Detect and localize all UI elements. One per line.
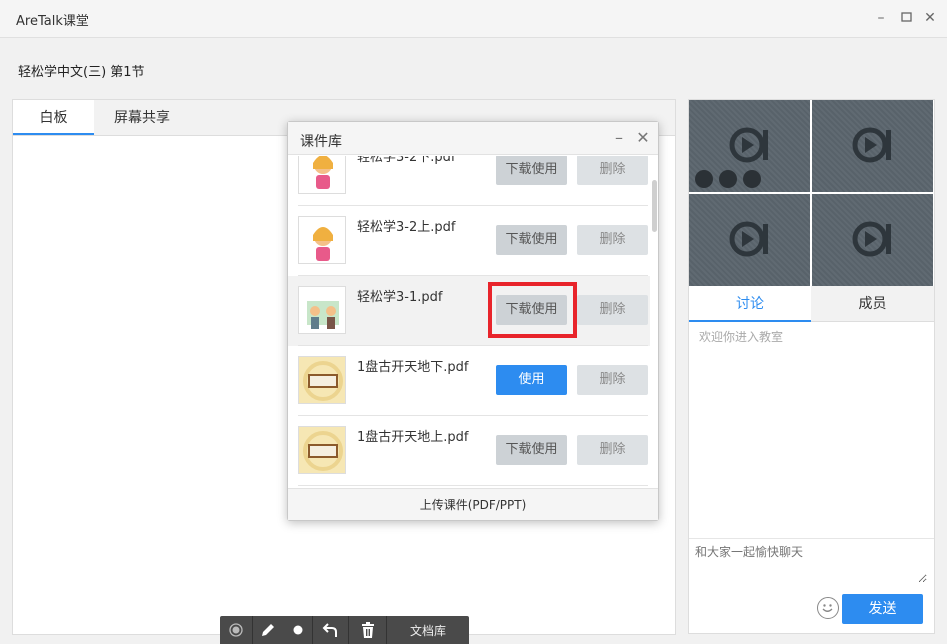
app-title: AreTalk课堂 — [16, 14, 89, 29]
right-panel: 讨论 成员 欢迎你进入教室 发送 — [688, 99, 935, 634]
title-bar: AreTalk课堂 – ✕ — [0, 0, 947, 38]
courseware-list: 轻松学3-2下.pdf 下载使用 删除 轻松学3-2上.pdf 下载使用 删除 … — [288, 156, 658, 488]
file-thumbnail — [298, 216, 346, 264]
list-item: 轻松学3-1.pdf 下载使用 删除 — [288, 276, 650, 346]
delete-button[interactable]: 删除 — [577, 435, 648, 465]
use-button[interactable]: 使用 — [496, 365, 567, 395]
record-icon[interactable] — [220, 616, 253, 644]
minimize-icon[interactable]: – — [873, 10, 889, 26]
file-thumbnail — [298, 286, 346, 334]
camera-icon[interactable] — [695, 170, 746, 206]
delete-button[interactable]: 删除 — [577, 225, 648, 255]
brush-size-icon[interactable] — [283, 616, 313, 644]
dialog-title: 课件库 — [300, 134, 342, 150]
course-title: 轻松学中文(三) 第1节 — [18, 65, 145, 80]
chat-input-area: 发送 — [689, 538, 934, 634]
logo-icon — [729, 127, 768, 163]
logo-icon — [729, 221, 768, 257]
courseware-dialog: 课件库 – ✕ 轻松学3-2下.pdf 下载使用 删除 轻松学3-2上.pdf … — [287, 121, 659, 521]
tab-screen-share[interactable]: 屏幕共享 — [94, 100, 190, 135]
whiteboard-toolbar: 文档库 — [220, 616, 469, 644]
tab-whiteboard[interactable]: 白板 — [13, 100, 94, 135]
chat-welcome-message: 欢迎你进入教室 — [699, 330, 784, 344]
maximize-icon[interactable] — [898, 10, 914, 26]
file-name: 轻松学3-1.pdf — [357, 290, 443, 305]
emoji-icon[interactable] — [817, 597, 839, 619]
video-slot-1[interactable] — [689, 100, 810, 206]
list-item: 轻松学3-2下.pdf 下载使用 删除 — [288, 156, 650, 206]
file-name: 1盘古开天地上.pdf — [357, 430, 469, 445]
close-icon[interactable]: ✕ — [922, 10, 938, 26]
video-slot-4[interactable] — [812, 194, 933, 286]
tab-members[interactable]: 成员 — [811, 286, 934, 322]
video-slot-2[interactable] — [812, 100, 933, 192]
delete-button[interactable]: 删除 — [577, 295, 648, 325]
download-use-button[interactable]: 下载使用 — [496, 295, 567, 325]
settings-icon[interactable] — [743, 170, 793, 206]
list-item: 1盘古开天地上.pdf 下载使用 删除 — [288, 416, 650, 486]
download-use-button[interactable]: 下载使用 — [496, 225, 567, 255]
delete-button[interactable]: 删除 — [577, 365, 648, 395]
microphone-icon[interactable] — [719, 170, 768, 204]
file-thumbnail — [298, 426, 346, 474]
file-name: 轻松学3-2下.pdf — [357, 156, 456, 165]
file-thumbnail — [298, 356, 346, 404]
list-item: 1盘古开天地下.pdf 使用 删除 — [288, 346, 650, 416]
file-thumbnail — [298, 156, 346, 194]
logo-icon — [852, 127, 891, 163]
dialog-close-icon[interactable]: ✕ — [634, 128, 652, 148]
chat-tabs: 讨论 成员 — [689, 286, 934, 322]
file-name: 1盘古开天地下.pdf — [357, 360, 469, 375]
list-item: 轻松学3-2上.pdf 下载使用 删除 — [288, 206, 650, 276]
file-name: 轻松学3-2上.pdf — [357, 220, 456, 235]
divider — [298, 485, 648, 486]
download-use-button[interactable]: 下载使用 — [496, 435, 567, 465]
send-button[interactable]: 发送 — [842, 594, 923, 624]
upload-courseware-button[interactable]: 上传课件(PDF/PPT) — [288, 488, 658, 520]
undo-icon[interactable] — [313, 616, 349, 644]
download-use-button[interactable]: 下载使用 — [496, 156, 567, 185]
tab-discussion[interactable]: 讨论 — [689, 286, 811, 322]
logo-icon — [852, 221, 891, 257]
chat-input[interactable] — [695, 543, 927, 583]
video-slot-3[interactable] — [689, 194, 810, 286]
delete-button[interactable]: 删除 — [577, 156, 648, 185]
pen-icon[interactable] — [253, 616, 283, 644]
document-library-button[interactable]: 文档库 — [387, 616, 469, 644]
dialog-header: 课件库 – ✕ — [288, 122, 658, 155]
dialog-scrollbar[interactable] — [652, 180, 657, 232]
dialog-minimize-icon[interactable]: – — [610, 128, 628, 148]
trash-icon[interactable] — [349, 616, 387, 644]
